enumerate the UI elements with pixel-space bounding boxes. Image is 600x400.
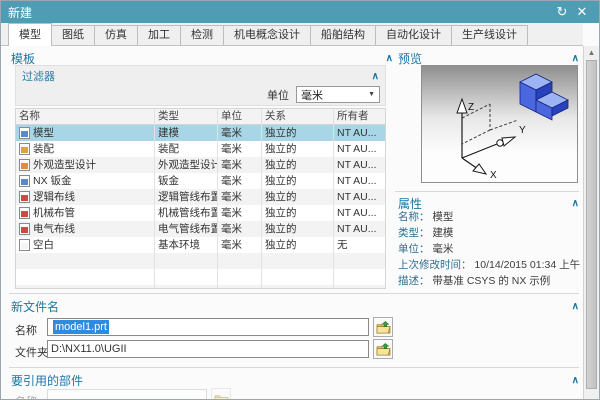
table-row-mechanical-routing[interactable]: 机械布管 机械管线布置 毫米 独立的 NT AU... bbox=[16, 205, 385, 221]
tab-inspection[interactable]: 检测 bbox=[180, 25, 224, 45]
table-row-logical-routing[interactable]: 逻辑布线 逻辑管线布置 毫米 独立的 NT AU... bbox=[16, 189, 385, 205]
csys-preview-drawing: Z X Y bbox=[422, 66, 577, 182]
chevron-up-icon[interactable]: ∧ bbox=[572, 301, 579, 312]
axis-label-y: Y bbox=[519, 125, 526, 136]
tab-mechatronics[interactable]: 机电概念设计 bbox=[223, 25, 311, 45]
tab-ship-structure[interactable]: 船舶结构 bbox=[310, 25, 376, 45]
scroll-up-icon[interactable]: ▲ bbox=[584, 46, 599, 59]
axis-label-x: X bbox=[490, 170, 497, 181]
filename-input[interactable]: model1.prt bbox=[47, 318, 369, 336]
property-units: 单位： 毫米 bbox=[398, 241, 580, 257]
tab-model[interactable]: 模型 bbox=[8, 23, 52, 46]
filename-label: 名称 bbox=[15, 322, 37, 338]
title-bar[interactable]: 新建 ↻ ✕ bbox=[1, 1, 599, 23]
chevron-down-icon: ▼ bbox=[368, 91, 375, 98]
column-units[interactable]: 单位 bbox=[218, 109, 262, 125]
units-label: 单位 bbox=[267, 87, 289, 103]
tab-automation-design[interactable]: 自动化设计 bbox=[375, 25, 452, 45]
preview-title: 预览 bbox=[398, 50, 422, 67]
table-row-model[interactable]: 模型 建模 毫米 独立的 NT AU... bbox=[16, 125, 385, 141]
chevron-up-icon[interactable]: ∧ bbox=[386, 53, 393, 64]
units-value: 毫米 bbox=[301, 87, 323, 103]
tab-drawing[interactable]: 图纸 bbox=[51, 25, 95, 45]
vertical-scrollbar[interactable]: ▲ bbox=[583, 46, 599, 399]
chevron-up-icon[interactable]: ∧ bbox=[572, 198, 579, 209]
chevron-up-icon[interactable]: ∧ bbox=[572, 375, 579, 386]
mechanical-routing-icon bbox=[19, 207, 30, 219]
property-name: 名称： 模型 bbox=[398, 209, 580, 225]
column-relationship[interactable]: 关系 bbox=[262, 109, 334, 125]
reference-name-label: 名称 bbox=[15, 393, 37, 400]
table-row-shape-studio[interactable]: 外观造型设计 外观造型设计 毫米 独立的 NT AU... bbox=[16, 157, 385, 173]
preview-image: Z X Y bbox=[421, 65, 578, 183]
new-part-dialog: 新建 ↻ ✕ 模型 图纸 仿真 加工 检测 机电概念设计 船舶结构 自动化设计 … bbox=[0, 0, 600, 400]
table-row-sheet-metal[interactable]: NX 钣金 钣金 毫米 独立的 NT AU... bbox=[16, 173, 385, 189]
electrical-routing-icon bbox=[19, 223, 30, 235]
close-icon[interactable]: ✕ bbox=[572, 3, 592, 21]
filter-group: 过滤器 ∧ 单位 毫米 ▼ bbox=[15, 65, 386, 106]
new-filename-section-header[interactable]: 新文件名 ∧ bbox=[11, 298, 579, 315]
chevron-up-icon[interactable]: ∧ bbox=[572, 53, 579, 64]
table-row-electrical-routing[interactable]: 电气布线 电气管线布置 毫米 独立的 NT AU... bbox=[16, 221, 385, 237]
part-icon bbox=[19, 127, 30, 139]
table-row-blank[interactable]: 空白 基本环境 毫米 独立的 无 bbox=[16, 237, 385, 253]
browse-filename-button[interactable] bbox=[373, 317, 393, 337]
properties-list: 名称： 模型 类型： 建模 单位： 毫米 上次修改时间： 10/14/2015 … bbox=[398, 209, 580, 289]
axis-label-z: Z bbox=[468, 102, 474, 113]
tab-line-design[interactable]: 生产线设计 bbox=[451, 25, 528, 45]
table-filler-row bbox=[16, 269, 385, 285]
selected-text: model1.prt bbox=[53, 320, 109, 334]
table-filler-row bbox=[16, 253, 385, 269]
dialog-title: 新建 bbox=[8, 4, 552, 21]
reference-name-input bbox=[47, 389, 207, 400]
reset-icon[interactable]: ↻ bbox=[552, 3, 572, 21]
tab-bar: 模型 图纸 仿真 加工 检测 机电概念设计 船舶结构 自动化设计 生产线设计 bbox=[1, 23, 583, 46]
open-folder-icon bbox=[376, 343, 391, 356]
tab-manufacturing[interactable]: 加工 bbox=[137, 25, 181, 45]
property-type: 类型： 建模 bbox=[398, 225, 580, 241]
browse-reference-button bbox=[211, 388, 231, 400]
table-header-row: 名称 类型 单位 关系 所有者 bbox=[16, 109, 385, 125]
column-name[interactable]: 名称 bbox=[16, 109, 155, 125]
template-table: 名称 类型 单位 关系 所有者 模型 建模 毫米 独立的 NT AU... 装配… bbox=[15, 108, 386, 289]
browse-folder-button[interactable] bbox=[373, 339, 393, 359]
new-filename-title: 新文件名 bbox=[11, 298, 59, 315]
table-filler-row bbox=[16, 285, 385, 289]
logical-routing-icon bbox=[19, 191, 30, 203]
assembly-icon bbox=[19, 143, 30, 155]
column-owner[interactable]: 所有者 bbox=[334, 109, 384, 125]
tab-simulation[interactable]: 仿真 bbox=[94, 25, 138, 45]
filter-title: 过滤器 bbox=[22, 68, 55, 84]
sheet-metal-icon bbox=[19, 175, 30, 187]
column-type[interactable]: 类型 bbox=[155, 109, 218, 125]
reference-part-title: 要引用的部件 bbox=[11, 372, 83, 389]
units-dropdown[interactable]: 毫米 ▼ bbox=[296, 86, 380, 103]
shape-studio-icon bbox=[19, 159, 30, 171]
table-row-assembly[interactable]: 装配 装配 毫米 独立的 NT AU... bbox=[16, 141, 385, 157]
chevron-up-icon[interactable]: ∧ bbox=[372, 71, 379, 82]
open-folder-icon bbox=[214, 392, 229, 400]
folder-label: 文件夹 bbox=[15, 344, 48, 360]
property-last-modified: 上次修改时间： 10/14/2015 01:34 上午 bbox=[398, 257, 580, 273]
scrollbar-thumb[interactable] bbox=[586, 60, 597, 389]
folder-path-input[interactable]: D:\NX11.0\UGII bbox=[47, 340, 369, 358]
blank-document-icon bbox=[19, 239, 30, 251]
open-folder-icon bbox=[376, 321, 391, 334]
reference-part-section-header[interactable]: 要引用的部件 ∧ bbox=[11, 372, 579, 389]
property-description: 描述： 带基准 CSYS 的 NX 示例 bbox=[398, 273, 580, 289]
